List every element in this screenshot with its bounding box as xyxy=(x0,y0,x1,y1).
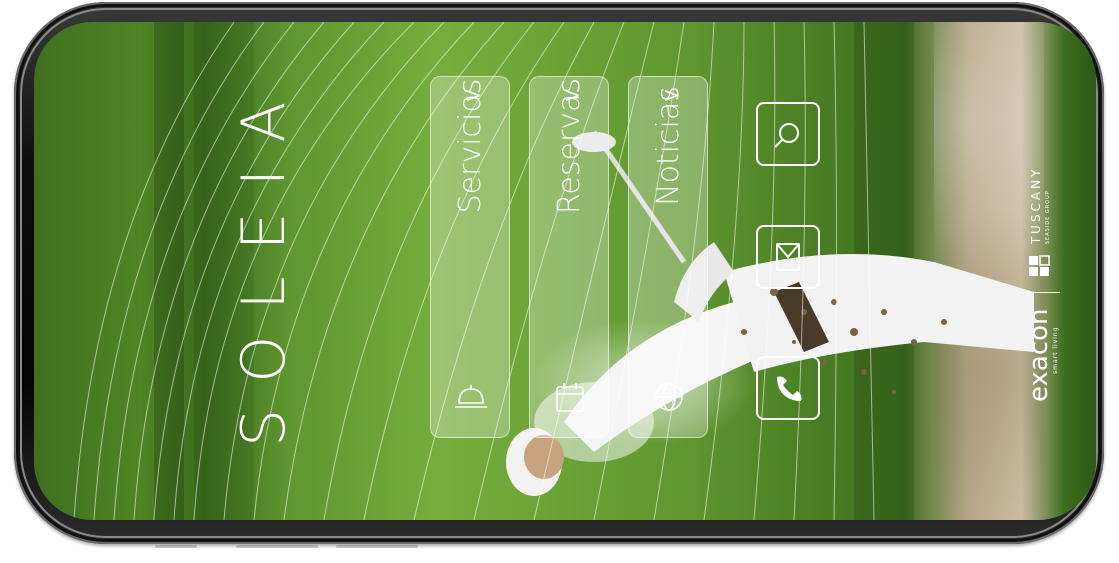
menu-card-label: Servicios xyxy=(431,22,511,327)
bell-icon xyxy=(455,385,487,408)
menu-card-reservas[interactable]: > Reservas xyxy=(529,76,609,438)
search-icon xyxy=(774,123,799,148)
sponsor-row: exacon TUSCANY SEASIDE GROUP smart livin… xyxy=(1024,102,1068,402)
mail-button[interactable] xyxy=(756,225,820,289)
mail-icon xyxy=(776,243,800,271)
exacon-tagline: smart living xyxy=(1052,326,1059,374)
reservas-label: Reservas xyxy=(552,77,587,215)
brand-logo: SOLEIA xyxy=(184,76,299,447)
exacon-logo: exacon xyxy=(1024,308,1054,402)
phone-icon xyxy=(777,376,802,401)
phone-button[interactable] xyxy=(756,356,820,420)
menu-card-noticias[interactable]: > Noticias xyxy=(628,76,708,438)
tuscany-subtitle: SEASIDE GROUP xyxy=(1045,190,1051,245)
tuscany-logo: TUSCANY SEASIDE GROUP xyxy=(1028,167,1052,245)
sponsor-divider xyxy=(1024,292,1060,294)
noticias-label: Noticias xyxy=(651,86,686,206)
sponsor-logo: exacon TUSCANY SEASIDE GROUP smart livin… xyxy=(1024,102,1068,402)
servicios-label: Servicios xyxy=(453,78,488,214)
tuscany-emblem-icon xyxy=(1029,255,1050,277)
volume-button-1 xyxy=(155,545,197,548)
volume-button-3 xyxy=(336,545,418,548)
menu-card-label: Noticias xyxy=(629,22,709,327)
app-screen: SOLEIA > Servicios > Reservas > Noticias… xyxy=(34,22,1096,520)
volume-button-2 xyxy=(236,545,318,548)
calendar-icon xyxy=(556,383,584,412)
stage: SOLEIA > Servicios > Reservas > Noticias… xyxy=(0,0,1119,563)
menu-card-servicios[interactable]: > Servicios xyxy=(430,76,510,438)
globe-icon xyxy=(655,383,683,411)
menu-card-label: Reservas xyxy=(530,22,610,327)
brand-name: SOLEIA xyxy=(229,75,299,447)
grass-stripe xyxy=(154,22,184,520)
tuscany-name: TUSCANY xyxy=(1029,166,1043,245)
search-button[interactable] xyxy=(756,102,820,166)
